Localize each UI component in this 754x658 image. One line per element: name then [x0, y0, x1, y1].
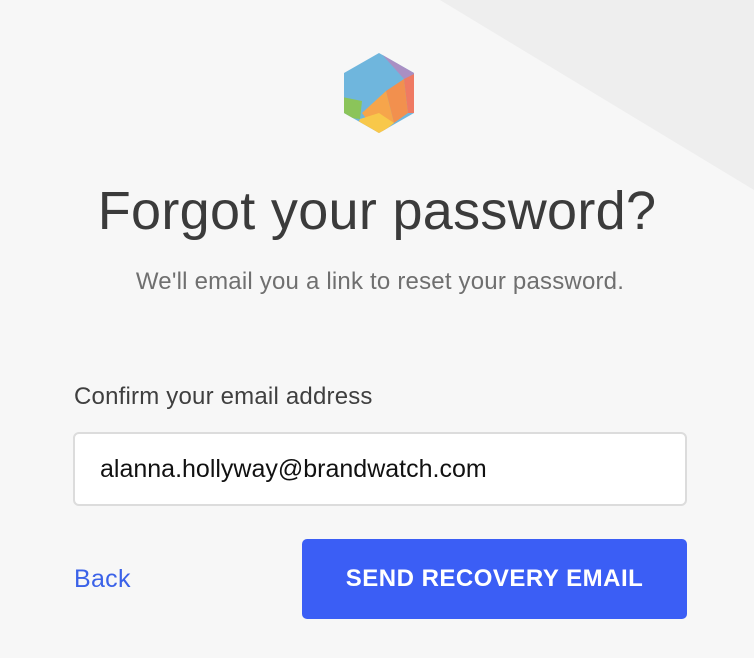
- email-field-label: Confirm your email address: [74, 383, 373, 410]
- back-link[interactable]: Back: [74, 563, 131, 595]
- email-field[interactable]: [73, 432, 687, 506]
- page-subtitle: We'll email you a link to reset your pas…: [135, 268, 625, 295]
- send-recovery-email-button[interactable]: SEND RECOVERY EMAIL: [302, 539, 687, 619]
- hexagon-logo-icon: [344, 53, 414, 133]
- page-title: Forgot your password?: [97, 181, 657, 241]
